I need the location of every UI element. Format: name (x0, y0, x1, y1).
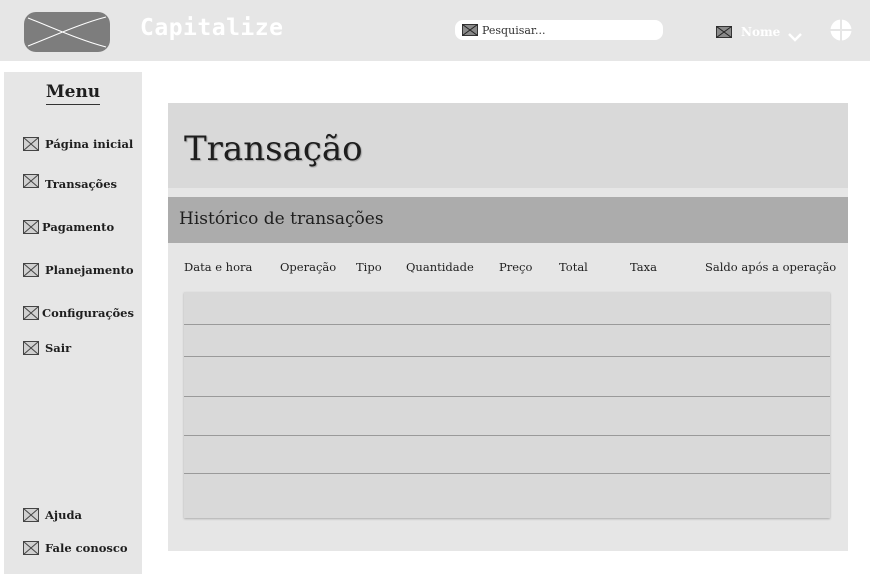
help-icon (23, 508, 39, 522)
logo-placeholder-icon[interactable] (24, 12, 110, 52)
sidebar-item-label: Página inicial (45, 137, 134, 151)
sidebar-item-label: Fale conosco (45, 541, 128, 555)
page-title: Transação (184, 129, 363, 169)
sidebar-item-pagina-inicial[interactable]: Página inicial (23, 137, 133, 151)
transactions-table-body (184, 292, 830, 518)
table-row[interactable] (184, 292, 830, 325)
column-header-preco[interactable]: Preço (499, 260, 532, 274)
settings-icon (23, 306, 39, 320)
search-input[interactable] (478, 23, 652, 37)
sidebar: Menu Página inicial Transações Pagamento… (4, 72, 142, 574)
table-row[interactable] (184, 436, 830, 474)
globe-icon[interactable] (830, 19, 852, 41)
sidebar-item-label: Transações (45, 177, 117, 191)
sidebar-item-fale-conosco[interactable]: Fale conosco (23, 541, 128, 555)
top-bar: Capitalize Nome (0, 0, 870, 61)
user-menu[interactable]: Nome (716, 25, 803, 42)
section-title: Histórico de transações (179, 209, 384, 229)
search-icon (462, 24, 478, 36)
logout-icon (23, 341, 39, 355)
sidebar-item-transacoes[interactable]: Transações (23, 174, 117, 191)
transactions-icon (23, 174, 39, 188)
column-header-data-hora[interactable]: Data e hora (184, 260, 252, 274)
sidebar-item-label: Configurações (42, 306, 134, 320)
table-row[interactable] (184, 397, 830, 436)
avatar-icon (716, 25, 732, 39)
user-name: Nome (741, 25, 781, 39)
section-header: Histórico de transações (168, 197, 848, 243)
sidebar-item-planejamento[interactable]: Planejamento (23, 263, 134, 277)
sidebar-item-label: Sair (45, 341, 72, 355)
table-row[interactable] (184, 357, 830, 397)
search-box[interactable] (455, 20, 663, 40)
table-row[interactable] (184, 474, 830, 518)
column-header-quantidade[interactable]: Quantidade (406, 260, 474, 274)
home-icon (23, 137, 39, 151)
column-header-saldo[interactable]: Saldo após a operação (705, 260, 836, 274)
sidebar-item-ajuda[interactable]: Ajuda (23, 508, 82, 522)
sidebar-item-sair[interactable]: Sair (23, 341, 71, 355)
page-header: Transação (168, 103, 848, 188)
sidebar-item-label: Pagamento (42, 220, 115, 234)
transactions-card: Transação Histórico de transações Data e… (168, 103, 848, 551)
column-header-tipo[interactable]: Tipo (356, 260, 382, 274)
sidebar-item-pagamento[interactable]: Pagamento (23, 220, 114, 234)
sidebar-item-label: Planejamento (45, 263, 134, 277)
sidebar-item-label: Ajuda (45, 508, 82, 522)
table-row[interactable] (184, 325, 830, 357)
column-header-operacao[interactable]: Operação (280, 260, 336, 274)
contact-icon (23, 541, 39, 555)
chevron-down-icon[interactable] (788, 27, 803, 42)
planning-icon (23, 263, 39, 277)
payment-icon (23, 220, 39, 234)
column-header-taxa[interactable]: Taxa (630, 260, 657, 274)
sidebar-item-configuracoes[interactable]: Configurações (23, 306, 134, 320)
app-brand: Capitalize (140, 15, 284, 41)
menu-title: Menu (4, 82, 142, 105)
column-header-total[interactable]: Total (559, 260, 588, 274)
